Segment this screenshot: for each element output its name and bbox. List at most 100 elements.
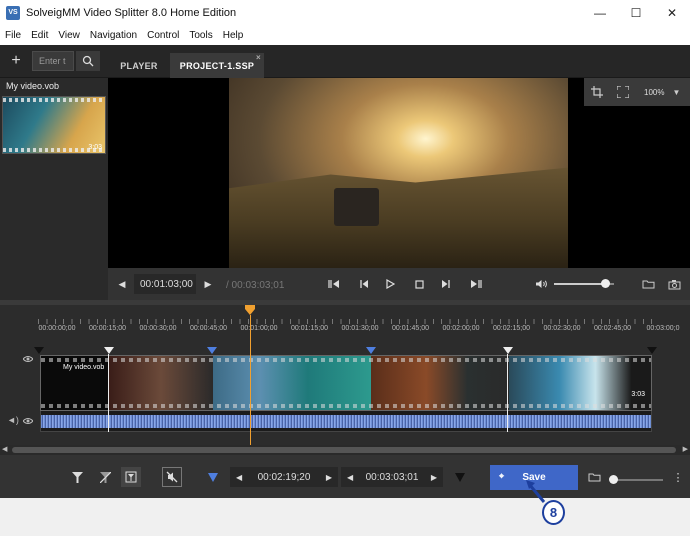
current-time-field[interactable]: 00:01:03;00 (134, 274, 196, 294)
menu-tools[interactable]: Tools (184, 30, 217, 41)
crop-icon (591, 86, 603, 98)
scrollbar-thumb[interactable] (12, 447, 676, 453)
clip-duration: 3:03 (631, 391, 645, 398)
tab-player[interactable]: PLAYER (108, 53, 170, 78)
library-file-name: My video.vob (6, 81, 60, 91)
clip-segment-selected[interactable] (213, 356, 371, 410)
mute-segment-button[interactable] (162, 467, 182, 487)
timeline-zoom-slider[interactable] (609, 475, 663, 484)
start-marker-icon[interactable] (34, 347, 44, 354)
menu-edit[interactable]: Edit (26, 30, 53, 41)
volume-button[interactable] (531, 274, 551, 294)
stop-button[interactable] (409, 274, 429, 294)
step-callout: 8 (542, 500, 565, 525)
maximize-button[interactable]: ☐ (618, 0, 654, 25)
ruler-tick-label: 00:01:15;00 (291, 325, 328, 332)
minimize-button[interactable]: — (582, 0, 618, 25)
fullscreen-icon (617, 86, 629, 98)
video-viewer: 100% ▼ (108, 78, 690, 268)
crop-button[interactable] (584, 78, 610, 106)
menu-bar: File Edit View Navigation Control Tools … (0, 25, 690, 45)
menu-help[interactable]: Help (218, 30, 249, 41)
window-title: SolveigMM Video Splitter 8.0 Home Editio… (26, 6, 237, 19)
toggle-segment-button[interactable] (121, 467, 141, 487)
selection-start-marker-icon[interactable] (207, 347, 217, 354)
marker-out-field[interactable]: ◀ 00:03:03;01 ▶ (341, 467, 443, 487)
prev-marker-icon (328, 280, 339, 288)
remove-marker-button[interactable] (95, 467, 115, 487)
end-marker-icon[interactable] (647, 347, 657, 354)
time-increment-button[interactable]: ▶ (198, 274, 218, 294)
play-icon (385, 279, 395, 289)
video-scene-hill (229, 167, 568, 268)
timeline-zoom-knob[interactable] (609, 475, 618, 484)
play-button[interactable] (380, 274, 400, 294)
player-controls: ◀ 00:01:03;00 ▶ / 00:03:03;01 (108, 268, 690, 300)
speaker-icon (535, 280, 547, 288)
output-folder-button[interactable] (584, 467, 604, 487)
marker-in-field[interactable]: ◀ 00:02:19;20 ▶ (230, 467, 338, 487)
menu-control[interactable]: Control (142, 30, 184, 41)
total-duration: / 00:03:03;01 (226, 280, 285, 291)
end-marker-button[interactable] (450, 467, 470, 487)
timeline-ruler[interactable]: 00:00:00;00 00:00:15;00 00:00:30;00 00:00:4… (0, 305, 690, 335)
ruler-tick-label: 00:00:15;00 (89, 325, 126, 332)
marker-out-prev-icon[interactable]: ◀ (347, 473, 353, 482)
scroll-left-icon[interactable]: ◀ (2, 445, 7, 453)
playhead-icon[interactable] (245, 305, 255, 315)
timeline-scrollbar[interactable]: ◀ ▶ (0, 445, 690, 455)
film-sprocket-icon (41, 358, 651, 362)
clip-segment[interactable] (509, 356, 651, 410)
time-decrement-button[interactable]: ◀ (112, 274, 132, 294)
next-marker-button[interactable] (466, 274, 486, 294)
prev-frame-icon (360, 280, 368, 288)
search-icon (82, 55, 94, 67)
search-input[interactable]: Enter t (32, 51, 74, 71)
split-marker-icon[interactable] (104, 347, 114, 354)
volume-knob[interactable] (601, 279, 610, 288)
menu-navigation[interactable]: Navigation (85, 30, 142, 41)
volume-slider[interactable] (554, 279, 614, 288)
selection-end-marker-icon[interactable] (366, 347, 376, 354)
black-marker-icon (455, 472, 465, 482)
library-thumbnail[interactable]: 3:03 (2, 96, 106, 154)
ruler-tick-label: 00:02:15;00 (493, 325, 530, 332)
playhead-line (250, 315, 251, 445)
marker-in-next-icon[interactable]: ▶ (326, 473, 332, 482)
marker-out-next-icon[interactable]: ▶ (431, 473, 437, 482)
close-button[interactable]: ✕ (654, 0, 690, 25)
add-marker-button[interactable] (67, 467, 87, 487)
split-marker-icon[interactable] (503, 347, 513, 354)
menu-file[interactable]: File (0, 30, 26, 41)
more-options-icon[interactable]: ⋮ (668, 467, 688, 487)
scroll-right-icon[interactable]: ▶ (683, 445, 688, 453)
audio-visibility-eye-icon[interactable] (23, 417, 33, 425)
window-controls: — ☐ ✕ (582, 0, 690, 25)
search-button[interactable] (76, 51, 100, 71)
ruler-tick-label: 00:02:00;00 (442, 325, 480, 332)
camera-icon (668, 279, 680, 289)
bottom-toolbar: ◀ 00:02:19;20 ▶ ◀ 00:03:03;01 ▶ ⌖ Save ⋮ (0, 455, 690, 498)
audio-track[interactable] (40, 411, 652, 432)
ruler-tick-label: 00:00:00;00 (38, 325, 76, 332)
open-folder-button[interactable] (638, 274, 658, 294)
tab-project[interactable]: PROJECT-1.SSP × (170, 53, 264, 78)
zoom-level[interactable]: 100% (644, 88, 664, 97)
tab-close-icon[interactable]: × (256, 53, 261, 62)
video-track[interactable]: My video.vob 3:03 (40, 355, 652, 411)
video-visibility-eye-icon[interactable] (23, 355, 33, 363)
menu-view[interactable]: View (53, 30, 85, 41)
clip-segment-removed[interactable] (371, 356, 509, 410)
prev-frame-button[interactable] (354, 274, 374, 294)
add-file-button[interactable]: + (6, 51, 26, 71)
selection-marker-button[interactable] (203, 467, 223, 487)
fullscreen-button[interactable] (610, 78, 636, 106)
clip-segment-removed[interactable] (109, 356, 213, 410)
audio-speaker-icon[interactable]: ◄) (7, 415, 19, 425)
snapshot-button[interactable] (664, 274, 684, 294)
zoom-dropdown-icon[interactable]: ▼ (672, 88, 680, 97)
marker-in-prev-icon[interactable]: ◀ (236, 473, 242, 482)
next-frame-button[interactable] (436, 274, 456, 294)
prev-marker-button[interactable] (324, 274, 344, 294)
timeline-tracks: ◄) My video.vob 3:03 (0, 315, 690, 445)
